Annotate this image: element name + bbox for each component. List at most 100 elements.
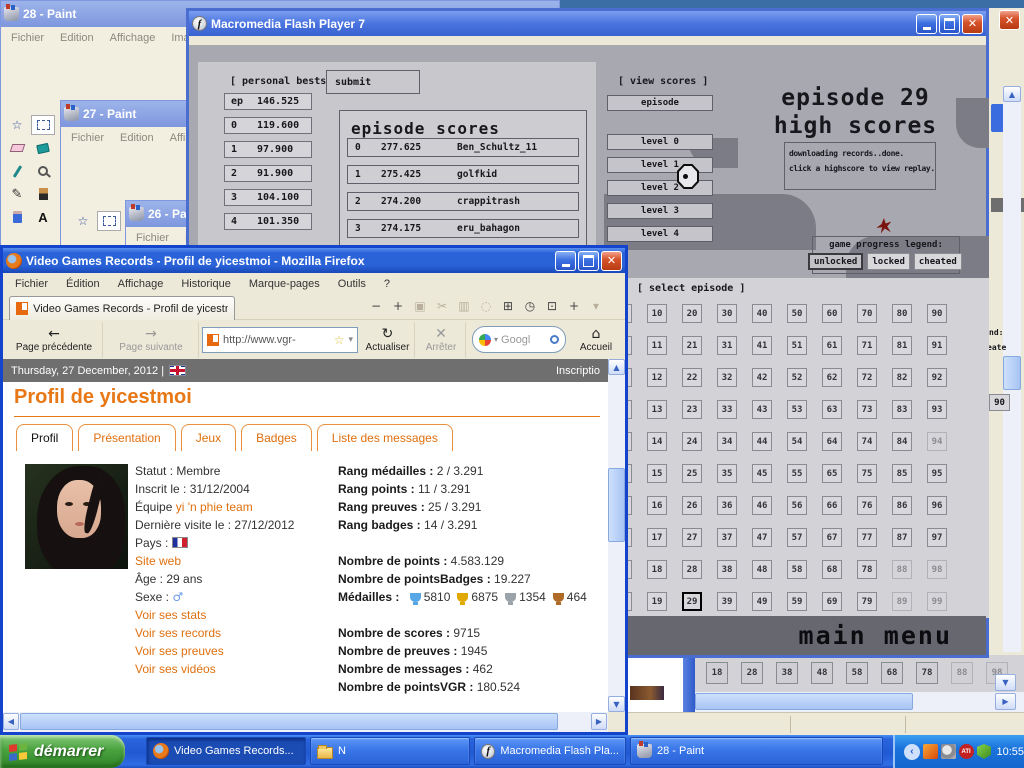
close-icon[interactable]: [962, 14, 983, 34]
scroll-down-icon[interactable]: ▼: [608, 696, 625, 712]
episode-cell-46[interactable]: 46: [752, 496, 772, 515]
episode-cell-12[interactable]: 12: [647, 368, 667, 387]
episode-cell-31[interactable]: 31: [717, 336, 737, 355]
profile-link-voirsesrecords[interactable]: Voir ses records: [135, 626, 221, 640]
history-icon[interactable]: ◷: [521, 299, 539, 313]
close-icon[interactable]: [601, 251, 622, 271]
brush-icon[interactable]: [31, 184, 55, 204]
profile-link-voirsesstats[interactable]: Voir ses stats: [135, 608, 206, 622]
loading-icon[interactable]: ◌: [477, 299, 495, 313]
eyedropper-icon[interactable]: [5, 161, 29, 181]
freeform-select-icon[interactable]: ☆: [5, 115, 29, 135]
view-level4-button[interactable]: level 4: [607, 226, 713, 242]
menu-item[interactable]: ?: [384, 278, 390, 290]
personal-best-4[interactable]: 4101.350: [224, 213, 312, 230]
hide-icons-chevron[interactable]: ‹: [904, 744, 920, 760]
minimize-icon[interactable]: [555, 251, 576, 271]
episode-cell-39[interactable]: 39: [717, 592, 737, 611]
tab-jeux[interactable]: Jeux: [181, 424, 236, 451]
scroll-down-icon[interactable]: ▼: [995, 674, 1016, 691]
episode-cell-68[interactable]: 68: [881, 662, 903, 684]
episode-cell-92[interactable]: 92: [927, 368, 947, 387]
episode-cell-41[interactable]: 41: [752, 336, 772, 355]
episode-cell-36[interactable]: 36: [717, 496, 737, 515]
profile-link-voirsesvideos[interactable]: Voir ses vidéos: [135, 662, 216, 676]
episode-cell-76[interactable]: 76: [857, 496, 877, 515]
search-input[interactable]: ▾ Googl: [472, 326, 566, 353]
print-icon[interactable]: ⊡: [543, 299, 561, 313]
episode-cell-48[interactable]: 48: [811, 662, 833, 684]
stop-button[interactable]: ✕ Arrêter: [417, 322, 466, 358]
background-hscrollbar[interactable]: ▶: [695, 692, 1024, 712]
episode-cell-78[interactable]: 78: [857, 560, 877, 579]
tab-presentation[interactable]: Présentation: [78, 424, 175, 451]
episode-cell-88[interactable]: 88: [951, 662, 973, 684]
scrollbar-thumb[interactable]: [20, 713, 558, 730]
scroll-up-icon[interactable]: ▲: [1003, 86, 1021, 102]
taskbar-item-paint[interactable]: 28 - Paint: [630, 737, 883, 765]
magnifier-icon[interactable]: [31, 161, 55, 181]
open-window-icon[interactable]: ⊞: [499, 299, 517, 313]
episode-cell-20[interactable]: 20: [682, 304, 702, 323]
episode-cell-44[interactable]: 44: [752, 432, 772, 451]
episode-cell-54[interactable]: 54: [787, 432, 807, 451]
episode-cell-80[interactable]: 80: [892, 304, 912, 323]
firefox-vscrollbar[interactable]: ▲ ▼: [608, 359, 625, 712]
scroll-right-icon[interactable]: ▶: [995, 693, 1016, 710]
home-button[interactable]: ⌂ Accueil: [569, 322, 623, 358]
episode-cell-94[interactable]: 94: [927, 432, 947, 451]
view-level0-button[interactable]: level 0: [607, 134, 713, 150]
menu-edition[interactable]: Edition: [120, 132, 154, 144]
episode-cell-51[interactable]: 51: [787, 336, 807, 355]
episode-cell-35[interactable]: 35: [717, 464, 737, 483]
episode-cell-81[interactable]: 81: [892, 336, 912, 355]
episode-cell-99[interactable]: 99: [927, 592, 947, 611]
episode-cell-25[interactable]: 25: [682, 464, 702, 483]
firefox-hscrollbar[interactable]: ◀ ▶: [3, 712, 608, 732]
close-icon[interactable]: [999, 10, 1020, 30]
episode-cell-86[interactable]: 86: [892, 496, 912, 515]
episode-cell-16[interactable]: 16: [647, 496, 667, 515]
episode-cell-42[interactable]: 42: [752, 368, 772, 387]
episode-cell-57[interactable]: 57: [787, 528, 807, 547]
menu-historique[interactable]: Historique: [181, 278, 231, 290]
taskbar-item-firefox[interactable]: Video Games Records...: [146, 737, 306, 765]
episode-cell-78[interactable]: 78: [916, 662, 938, 684]
profile-link-yinphieteam[interactable]: yi 'n phie team: [176, 500, 253, 514]
menu-marquepages[interactable]: Marque-pages: [249, 278, 320, 290]
menu-affichage[interactable]: Affichage: [110, 32, 156, 44]
flash-titlebar[interactable]: f Macromedia Flash Player 7: [189, 11, 986, 36]
tab-profil-de-yicestmoi[interactable]: Video Games Records - Profil de yicestmo…: [9, 296, 235, 320]
episode-cell-95[interactable]: 95: [927, 464, 947, 483]
episode-cell-34[interactable]: 34: [717, 432, 737, 451]
menu-affichage[interactable]: Affichage: [118, 278, 164, 290]
episode-cell-91[interactable]: 91: [927, 336, 947, 355]
menu-fichier[interactable]: Fichier: [11, 32, 44, 44]
episode-cell-49[interactable]: 49: [752, 592, 772, 611]
submit-button[interactable]: submit: [326, 70, 420, 94]
view-episode-button[interactable]: episode: [607, 95, 713, 111]
episode-cell-23[interactable]: 23: [682, 400, 702, 419]
episode-cell-71[interactable]: 71: [857, 336, 877, 355]
episode-cell-74[interactable]: 74: [857, 432, 877, 451]
episode-cell-27[interactable]: 27: [682, 528, 702, 547]
start-button[interactable]: démarrer: [0, 735, 125, 768]
scrollbar-thumb[interactable]: [1003, 356, 1021, 390]
main-menu-button[interactable]: main menu: [799, 621, 952, 650]
episode-cell-18[interactable]: 18: [647, 560, 667, 579]
episode-cell-22[interactable]: 22: [682, 368, 702, 387]
dropdown-icon[interactable]: ▾: [587, 299, 605, 313]
forward-button[interactable]: → Page suivante: [104, 322, 199, 358]
site-inscription-link[interactable]: Inscriptio: [556, 365, 600, 377]
episode-cell-11[interactable]: 11: [647, 336, 667, 355]
episode-cell-60[interactable]: 60: [822, 304, 842, 323]
view-level3-button[interactable]: level 3: [607, 203, 713, 219]
episode-cell-66[interactable]: 66: [822, 496, 842, 515]
episode-cell-89[interactable]: 89: [892, 592, 912, 611]
personal-best-3[interactable]: 3104.100: [224, 189, 312, 206]
episode-cell-13[interactable]: 13: [647, 400, 667, 419]
select-icon[interactable]: [31, 115, 55, 135]
menu-edition[interactable]: Édition: [66, 278, 100, 290]
select-icon[interactable]: [97, 211, 121, 231]
fill-icon[interactable]: [31, 138, 55, 158]
